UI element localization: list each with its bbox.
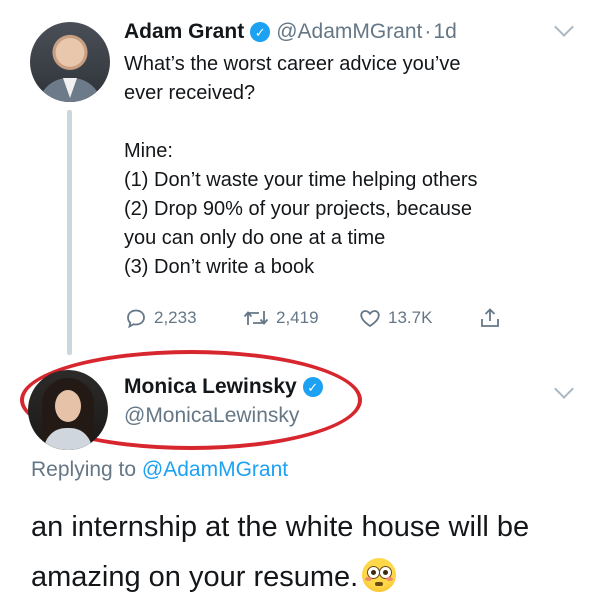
replying-to-line: Replying to @AdamMGrant [31, 458, 288, 482]
tweet2-line: an internship at the white house will be [31, 511, 530, 543]
tweet2-line: amazing on your resume. [31, 561, 359, 593]
share-button[interactable] [478, 304, 502, 332]
tweet1-separator: · [424, 20, 432, 43]
tweet1-line: (1) Don’t waste your time helping others [124, 169, 478, 191]
tweet1-header: Adam Grant ✓ @AdamMGrant · 1d [124, 17, 457, 47]
tweet1-line: Mine: [124, 140, 173, 162]
reply-button[interactable]: 2,233 [124, 304, 197, 332]
tweet1-line: (3) Don’t write a book [124, 256, 315, 278]
tweet1-line: What’s the worst career advice you’ve [124, 53, 461, 75]
tweet2-line-with-emoji: amazing on your resume. [31, 552, 591, 602]
reply-count: 2,233 [154, 308, 197, 327]
retweet-icon [243, 311, 269, 325]
tweet1-line: ever received? [124, 82, 256, 104]
retweet-count: 2,419 [276, 308, 319, 327]
heart-icon [360, 310, 380, 328]
tweet1-blank-line [124, 108, 574, 137]
tweet2-handle[interactable]: @MonicaLewinsky [124, 404, 299, 428]
retweet-button[interactable]: 2,419 [242, 304, 319, 332]
tweet1-author-name[interactable]: Adam Grant [124, 20, 244, 44]
replying-to-label: Replying to [31, 458, 137, 481]
tweet1-handle[interactable]: @AdamMGrant [276, 20, 422, 44]
monica-lewinsky-avatar[interactable] [28, 370, 108, 450]
tweet2-author-name[interactable]: Monica Lewinsky [124, 375, 297, 399]
tweet1-line: (2) Drop 90% of your projects, because [124, 198, 472, 220]
like-count: 13.7K [388, 308, 433, 327]
tweet1-timestamp[interactable]: 1d [433, 20, 456, 44]
replying-to-mention[interactable]: @AdamMGrant [142, 458, 288, 481]
verified-badge-icon: ✓ [302, 377, 323, 397]
chevron-down-icon[interactable] [554, 379, 574, 399]
chevron-down-icon[interactable] [554, 17, 574, 37]
tweet1-line: you can only do one at a time [124, 227, 386, 249]
thread-line [67, 110, 72, 355]
flushed-face-emoji-icon [362, 558, 397, 592]
tweet2-text: an internship at the white house will be… [31, 502, 591, 602]
share-icon [481, 308, 499, 327]
reply-icon [127, 309, 145, 329]
avatar-face [55, 390, 81, 422]
tweet1-text: What’s the worst career advice you’ve ev… [124, 50, 574, 282]
adam-grant-avatar[interactable] [30, 22, 110, 102]
verified-badge-icon: ✓ [250, 22, 271, 42]
like-button[interactable]: 13.7K [358, 304, 432, 332]
tweet2-header: Monica Lewinsky ✓ [124, 373, 323, 401]
